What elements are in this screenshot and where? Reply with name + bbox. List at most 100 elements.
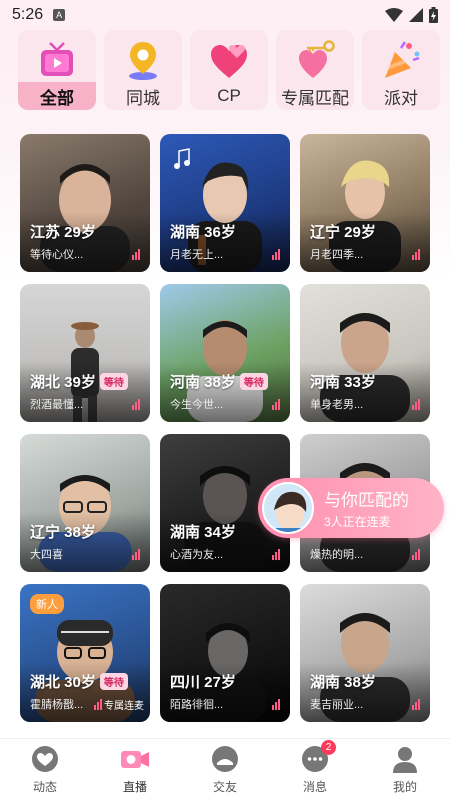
wifi-icon — [385, 8, 403, 22]
heart-bubble-icon — [32, 746, 58, 772]
live-bars-icon — [272, 249, 280, 260]
signal-icon — [409, 8, 423, 22]
card-subtitle: 单身老男... — [310, 399, 364, 411]
live-room-card[interactable]: 江苏 29岁 等待心仪... — [20, 134, 150, 272]
status-bar: 5:26 A — [0, 0, 450, 30]
card-title-line: 湖北 30岁 等待 — [30, 671, 128, 692]
match-banner-subtitle: 3人正在连麦 — [324, 515, 391, 529]
exclusive-mic-badge: 专属连麦 — [94, 697, 144, 712]
live-room-card[interactable]: 辽宁 29岁 月老四季... — [300, 134, 430, 272]
exclusive-mic-label: 专属连麦 — [104, 701, 144, 712]
card-title-line: 辽宁 38岁 — [30, 521, 96, 542]
card-subtitle: 大四喜 — [30, 549, 63, 561]
live-bars-icon — [132, 399, 140, 410]
cartoon-avatar — [264, 484, 312, 532]
live-room-card[interactable]: 湖南 36岁 月老无上... — [160, 134, 290, 272]
tab-friends[interactable]: 交友 — [190, 744, 260, 795]
match-banner-text: 与你匹配的 3人正在连麦 — [324, 486, 409, 530]
card-title: 辽宁 29岁 — [310, 224, 376, 241]
card-title: 江苏 29岁 — [30, 224, 96, 241]
category-label: CP — [217, 86, 241, 105]
card-subtitle: 月老无上... — [170, 249, 224, 261]
card-title-line: 湖南 34岁 — [170, 521, 236, 542]
notification-icon: A — [53, 9, 66, 21]
hearts-icon — [211, 45, 247, 78]
card-title: 湖北 39岁 — [30, 374, 96, 391]
match-banner-title: 与你匹配的 — [324, 491, 409, 510]
live-bars-icon — [272, 699, 280, 710]
live-bars-icon — [272, 399, 280, 410]
card-title-line: 辽宁 29岁 — [310, 221, 376, 242]
tab-messages[interactable]: 2 消息 — [280, 740, 350, 795]
live-room-card[interactable]: 四川 27岁 陌路徘徊... — [160, 584, 290, 722]
tab-label: 动态 — [32, 780, 57, 794]
card-subtitle: 燥热的明... — [310, 549, 364, 561]
category-exclusive-match[interactable]: 专属匹配 — [276, 30, 354, 110]
card-title: 湖南 36岁 — [170, 224, 236, 241]
card-title-line: 江苏 29岁 — [30, 221, 96, 242]
card-title: 辽宁 38岁 — [30, 524, 96, 541]
live-room-card[interactable]: 河南 33岁 单身老男... — [300, 284, 430, 422]
card-subtitle: 今生今世... — [170, 399, 224, 411]
live-room-card[interactable]: 河南 38岁 等待 今生今世... — [160, 284, 290, 422]
card-title: 湖北 30岁 — [30, 674, 96, 691]
live-bars-icon — [412, 549, 420, 560]
video-camera-icon — [121, 751, 149, 768]
card-title-line: 湖南 36岁 — [170, 221, 236, 242]
live-room-card[interactable]: 湖南 38岁 麦吉丽业... — [300, 584, 430, 722]
live-bars-icon — [272, 549, 280, 560]
category-all[interactable]: 全部 — [18, 30, 96, 110]
category-tabs: 全部 同城 CP 专属匹配 派对 — [18, 30, 450, 110]
card-title-line: 湖北 39岁 等待 — [30, 371, 128, 392]
heart-key-icon — [299, 40, 335, 78]
category-party[interactable]: 派对 — [362, 30, 440, 110]
waiting-tag: 等待 — [99, 373, 128, 390]
match-banner[interactable]: 与你匹配的 3人正在连麦 — [258, 478, 444, 538]
card-title: 湖南 38岁 — [310, 674, 376, 691]
live-bars-icon — [412, 699, 420, 710]
live-room-card[interactable]: 新人 湖北 30岁 等待 霍腈杨戬... 专属连麦 — [20, 584, 150, 722]
waiting-tag: 等待 — [99, 673, 128, 690]
category-label: 同城 — [126, 88, 160, 108]
battery-icon — [429, 7, 438, 23]
live-room-card[interactable]: 辽宁 38岁 大四喜 — [20, 434, 150, 572]
tab-label: 消息 — [302, 780, 327, 794]
live-bars-icon — [412, 399, 420, 410]
tab-moments[interactable]: 动态 — [10, 744, 80, 795]
card-subtitle: 麦吉丽业... — [310, 699, 364, 711]
card-subtitle: 霍腈杨戬... — [30, 699, 84, 711]
friends-icon — [212, 746, 238, 772]
card-subtitle: 月老四季... — [310, 249, 364, 261]
live-bars-icon — [412, 249, 420, 260]
avatar — [262, 482, 314, 534]
card-subtitle: 心酒为友... — [170, 549, 224, 561]
tab-mine[interactable]: 我的 — [370, 744, 440, 795]
music-note-icon — [174, 148, 190, 169]
card-subtitle: 陌路徘徊... — [170, 699, 224, 711]
waiting-tag: 等待 — [239, 373, 268, 390]
card-title: 湖南 34岁 — [170, 524, 236, 541]
tv-icon — [41, 42, 73, 76]
category-cp[interactable]: CP — [190, 30, 268, 110]
card-title-line: 湖南 38岁 — [310, 671, 376, 692]
location-pin-icon — [129, 42, 157, 80]
category-same-city[interactable]: 同城 — [104, 30, 182, 110]
party-popper-icon — [385, 41, 420, 78]
card-subtitle: 等待心仪... — [30, 249, 84, 261]
card-title-line: 河南 33岁 — [310, 371, 376, 392]
card-title: 河南 38岁 — [170, 374, 236, 391]
live-room-grid: 江苏 29岁 等待心仪... 湖南 36岁 月老无上... 辽宁 29岁 月老四… — [20, 134, 430, 722]
card-title-line: 河南 38岁 等待 — [170, 371, 268, 392]
live-bars-icon — [132, 249, 140, 260]
card-title: 四川 27岁 — [170, 674, 236, 691]
status-icons — [385, 7, 438, 23]
new-user-tag: 新人 — [30, 594, 64, 614]
card-subtitle: 烈酒最懂... — [30, 399, 84, 411]
live-room-card[interactable]: 湖北 39岁 等待 烈酒最懂... — [20, 284, 150, 422]
profile-icon — [393, 747, 417, 773]
live-bars-icon — [132, 549, 140, 560]
tab-live[interactable]: 直播 — [100, 744, 170, 795]
category-label: 专属匹配 — [281, 88, 349, 108]
live-bars-icon — [94, 699, 102, 710]
card-title: 河南 33岁 — [310, 374, 376, 391]
